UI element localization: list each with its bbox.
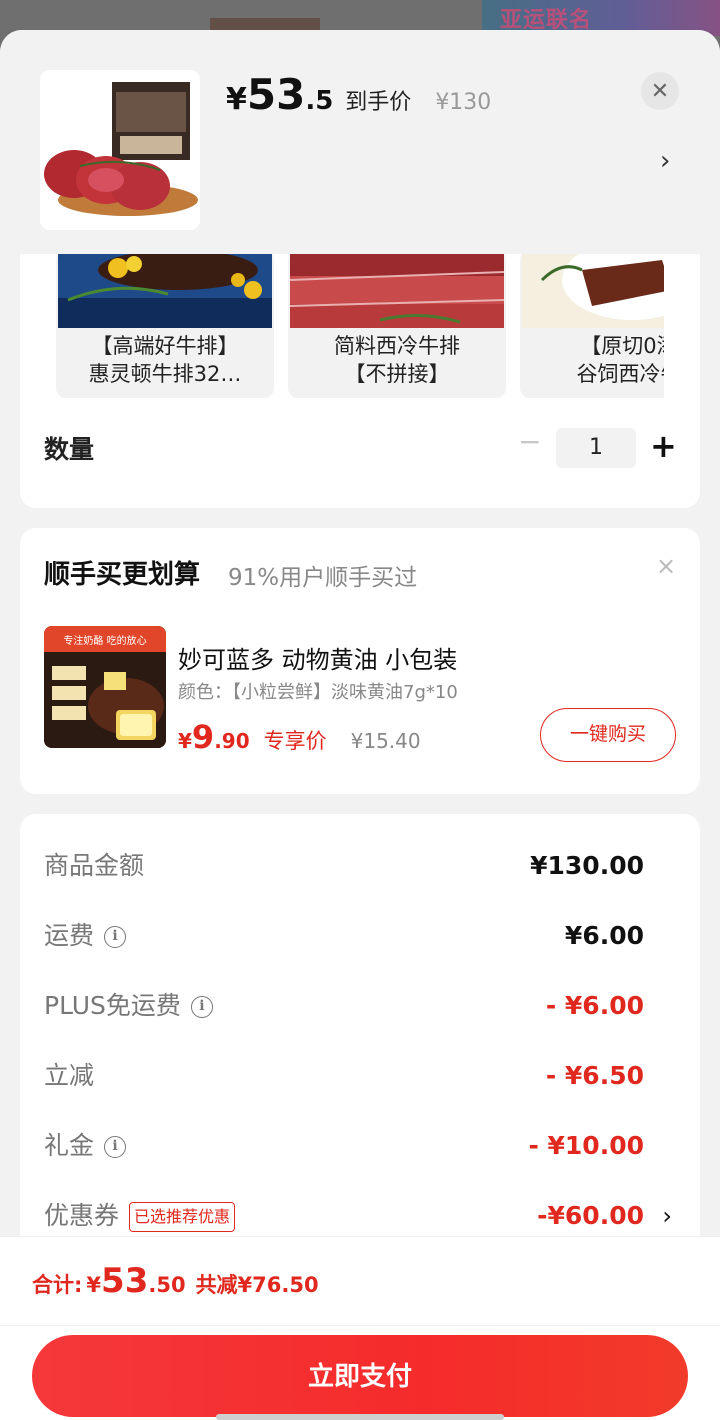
breakdown-value: ¥6.00 — [564, 921, 644, 950]
variant-image — [522, 250, 664, 328]
addon-title: 顺手买更划算 — [44, 560, 201, 590]
breakdown-row-gift-money: 礼金 i - ¥10.00 — [20, 1126, 700, 1166]
pay-now-button[interactable]: 立即支付 — [32, 1335, 688, 1417]
home-indicator — [216, 1414, 504, 1420]
addon-card: 顺手买更划算 91%用户顺手买过 × 专注奶酪 吃的放心 妙可蓝多 动物黄油 小… — [20, 528, 700, 794]
original-price: ¥130 — [435, 90, 492, 115]
product-thumbnail — [40, 70, 200, 230]
coupon-tag: 已选推荐优惠 — [129, 1202, 236, 1232]
variant-option[interactable]: 简料西冷牛排 【不拼接】 — [288, 250, 506, 398]
breakdown-label: 立减 — [44, 1061, 95, 1090]
divider — [0, 1325, 720, 1326]
chevron-right-icon[interactable]: › — [660, 146, 670, 176]
price-currency: ¥ — [226, 82, 247, 117]
price-tag: 到手价 — [345, 90, 412, 115]
price-integer: 53 — [246, 70, 306, 119]
breakdown-row-coupon[interactable]: 优惠券 已选推荐优惠 -¥60.00 › — [20, 1196, 700, 1236]
total-price: 合计: ¥ 53 .50 共减¥76.50 — [32, 1261, 319, 1301]
breakdown-row-plus-free-shipping: PLUS免运费 i - ¥6.00 — [20, 986, 700, 1026]
one-click-buy-button[interactable]: 一键购买 — [540, 708, 676, 762]
breakdown-label: 优惠券 — [44, 1201, 120, 1230]
variant-label: 【高端好牛排】 惠灵顿牛排32… — [88, 334, 242, 386]
variant-image — [58, 250, 272, 328]
variant-option[interactable]: 【高端好牛排】 惠灵顿牛排32… — [56, 250, 274, 398]
addon-close-icon[interactable]: × — [656, 552, 676, 580]
addon-image[interactable]: 专注奶酪 吃的放心 — [44, 626, 166, 748]
background-product-image — [210, 18, 320, 30]
breakdown-row-instant-discount: 立减 - ¥6.50 — [20, 1056, 700, 1096]
purchase-sheet: 【高端好牛排】 惠灵顿牛排32… 简料西冷牛排 【不拼接】 【原切0 谷饲西冷 … — [0, 30, 720, 1420]
addon-spec: 颜色：【小粒尝鲜】淡味黄油7g*10 — [178, 682, 458, 703]
breakdown-label: PLUS免运费 — [44, 991, 181, 1020]
breakdown-value: - ¥6.50 — [545, 1061, 644, 1090]
breakdown-value: - ¥10.00 — [528, 1131, 644, 1160]
quantity-input[interactable]: 1 — [556, 428, 636, 468]
info-icon[interactable]: i — [104, 1136, 127, 1158]
addon-product-name[interactable]: 妙可蓝多 动物黄油 小包装 — [178, 640, 457, 675]
svg-text:专注奶酪 吃的放心: 专注奶酪 吃的放心 — [63, 634, 146, 647]
breakdown-row-subtotal: 商品金额 ¥130.00 — [20, 846, 700, 886]
product-header: ¥ 53 .5 到手价 ¥130 ✕ › — [0, 30, 720, 254]
info-icon[interactable]: i — [190, 996, 213, 1018]
breakdown-label: 商品金额 — [44, 851, 145, 880]
total-savings: 共减¥76.50 — [195, 1273, 319, 1297]
quantity-decrease-button[interactable]: − — [518, 428, 542, 456]
breakdown-value: -¥60.00 — [537, 1201, 644, 1230]
breakdown-row-shipping: 运费 i ¥6.00 — [20, 916, 700, 956]
variant-label: 简料西冷牛排 【不拼接】 — [334, 334, 460, 386]
price-decimal: .5 — [305, 86, 334, 116]
addon-subtitle: 91%用户顺手买过 — [228, 565, 418, 591]
chevron-right-icon[interactable]: › — [662, 1196, 672, 1236]
checkout-bar: 合计: ¥ 53 .50 共减¥76.50 立即支付 — [0, 1236, 720, 1420]
quantity-increase-button[interactable]: + — [650, 426, 677, 466]
breakdown-value: ¥130.00 — [530, 851, 644, 880]
breakdown-label: 运费 — [44, 921, 95, 950]
variant-option[interactable]: 【原切0添 谷饲西冷牛 — [520, 250, 664, 398]
blurred-product-name — [226, 134, 546, 178]
addon-original-price: ¥15.40 — [350, 729, 421, 753]
breakdown-value: - ¥6.00 — [545, 991, 644, 1020]
info-icon[interactable]: i — [104, 926, 127, 948]
product-price: ¥ 53 .5 到手价 ¥130 — [226, 70, 491, 119]
price-breakdown-card: 商品金额 ¥130.00 运费 i ¥6.00 PLUS免运费 i - ¥6.00 … — [20, 814, 700, 1254]
variant-image — [290, 250, 504, 328]
variant-list[interactable]: 【高端好牛排】 惠灵顿牛排32… 简料西冷牛排 【不拼接】 【原切0 谷饲西冷 — [56, 250, 664, 400]
breakdown-label: 礼金 — [44, 1131, 95, 1160]
quantity-label: 数量 — [44, 435, 95, 464]
variant-label: 【原切0添 谷饲西冷牛 — [576, 334, 665, 386]
close-icon[interactable]: ✕ — [641, 72, 679, 110]
addon-price: ¥ 9 .90 专享价 ¥15.40 — [178, 718, 421, 756]
